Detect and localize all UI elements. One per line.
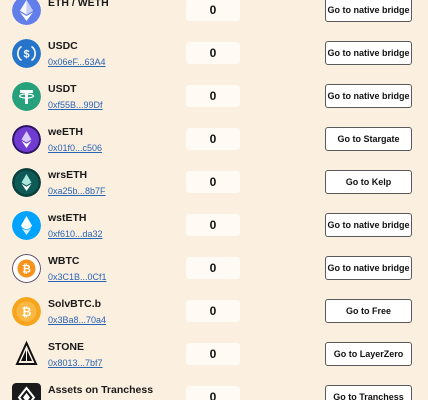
- go-to-native-bridge-button[interactable]: Go to native bridge: [325, 0, 412, 22]
- token-address-link[interactable]: 0xa25b...8b7F: [48, 186, 106, 196]
- token-row-tranchess: Assets on Tranchess 0 Go to Tranchess: [0, 376, 428, 400]
- token-address-link[interactable]: 0x3Ba8...70a4: [48, 315, 106, 325]
- token-row-wbtc: ₿ WBTC 0x3C1B...0Cf1 0 Go to native brid…: [0, 247, 428, 290]
- token-name: STONE: [48, 341, 84, 353]
- go-to-kelp-button[interactable]: Go to Kelp: [325, 170, 412, 194]
- go-to-tranchess-button[interactable]: Go to Tranchess: [325, 385, 412, 400]
- go-to-native-bridge-button[interactable]: Go to native bridge: [325, 41, 412, 65]
- svg-text:$: $: [23, 49, 29, 61]
- usdc-icon: $: [12, 39, 41, 68]
- token-row-usdc: $ USDC 0x06eF...63A4 0 Go to native brid…: [0, 32, 428, 75]
- token-address-link[interactable]: 0x06eF...63A4: [48, 57, 106, 67]
- go-to-native-bridge-button[interactable]: Go to native bridge: [325, 84, 412, 108]
- go-to-native-bridge-button[interactable]: Go to native bridge: [325, 213, 412, 237]
- token-name: WBTC: [48, 255, 80, 267]
- token-name: wstETH: [48, 212, 87, 224]
- svg-text:₿: ₿: [22, 305, 32, 319]
- weeth-icon: [12, 125, 41, 154]
- token-amount: 0: [186, 343, 240, 365]
- go-to-free-button[interactable]: Go to Free: [325, 299, 412, 323]
- token-name: weETH: [48, 126, 84, 138]
- token-row-solvbtc: ₿ SolvBTC.b 0x3Ba8...70a4 0 Go to Free: [0, 290, 428, 333]
- token-list: ETH / WETH 0 Go to native bridge $ USDC …: [0, 0, 428, 400]
- tranchess-icon: [12, 383, 41, 400]
- token-amount: 0: [186, 42, 240, 64]
- token-row-stone: STONE 0x8013...7bf7 0 Go to LayerZero: [0, 333, 428, 376]
- token-amount: 0: [186, 0, 240, 21]
- token-name: USDC: [48, 40, 78, 52]
- token-row-eth-weth: ETH / WETH 0 Go to native bridge: [0, 0, 428, 32]
- token-amount: 0: [186, 85, 240, 107]
- token-row-weeth: weETH 0x01f0...c506 0 Go to Stargate: [0, 118, 428, 161]
- go-to-native-bridge-button[interactable]: Go to native bridge: [325, 256, 412, 280]
- token-amount: 0: [186, 214, 240, 236]
- token-name: ETH / WETH: [48, 0, 109, 9]
- token-name: wrsETH: [48, 169, 88, 181]
- wrseth-icon: [12, 168, 41, 197]
- token-amount: 0: [186, 128, 240, 150]
- token-row-usdt: USDT 0xf55B...99Df 0 Go to native bridge: [0, 75, 428, 118]
- token-amount: 0: [186, 171, 240, 193]
- token-address-link[interactable]: 0x8013...7bf7: [48, 358, 103, 368]
- token-amount: 0: [186, 386, 240, 400]
- wbtc-icon: ₿: [12, 254, 41, 283]
- token-address-link[interactable]: 0xf55B...99Df: [48, 100, 103, 110]
- token-address-link[interactable]: 0xf610...da32: [48, 229, 103, 239]
- solvbtc-icon: ₿: [12, 297, 41, 326]
- token-name: Assets on Tranchess: [48, 384, 154, 396]
- usdt-icon: [12, 82, 41, 111]
- wsteth-icon: [12, 211, 41, 240]
- token-name: USDT: [48, 83, 77, 95]
- go-to-layerzero-button[interactable]: Go to LayerZero: [325, 342, 412, 366]
- token-row-wrseth: wrsETH 0xa25b...8b7F 0 Go to Kelp: [0, 161, 428, 204]
- stone-icon: [12, 340, 41, 369]
- svg-text:₿: ₿: [22, 264, 31, 276]
- token-amount: 0: [186, 300, 240, 322]
- go-to-stargate-button[interactable]: Go to Stargate: [325, 127, 412, 151]
- token-address-link[interactable]: 0x3C1B...0Cf1: [48, 272, 107, 282]
- token-address-link[interactable]: 0x01f0...c506: [48, 143, 102, 153]
- token-amount: 0: [186, 257, 240, 279]
- token-name: SolvBTC.b: [48, 298, 102, 310]
- token-row-wsteth: wstETH 0xf610...da32 0 Go to native brid…: [0, 204, 428, 247]
- eth-icon: [12, 0, 41, 25]
